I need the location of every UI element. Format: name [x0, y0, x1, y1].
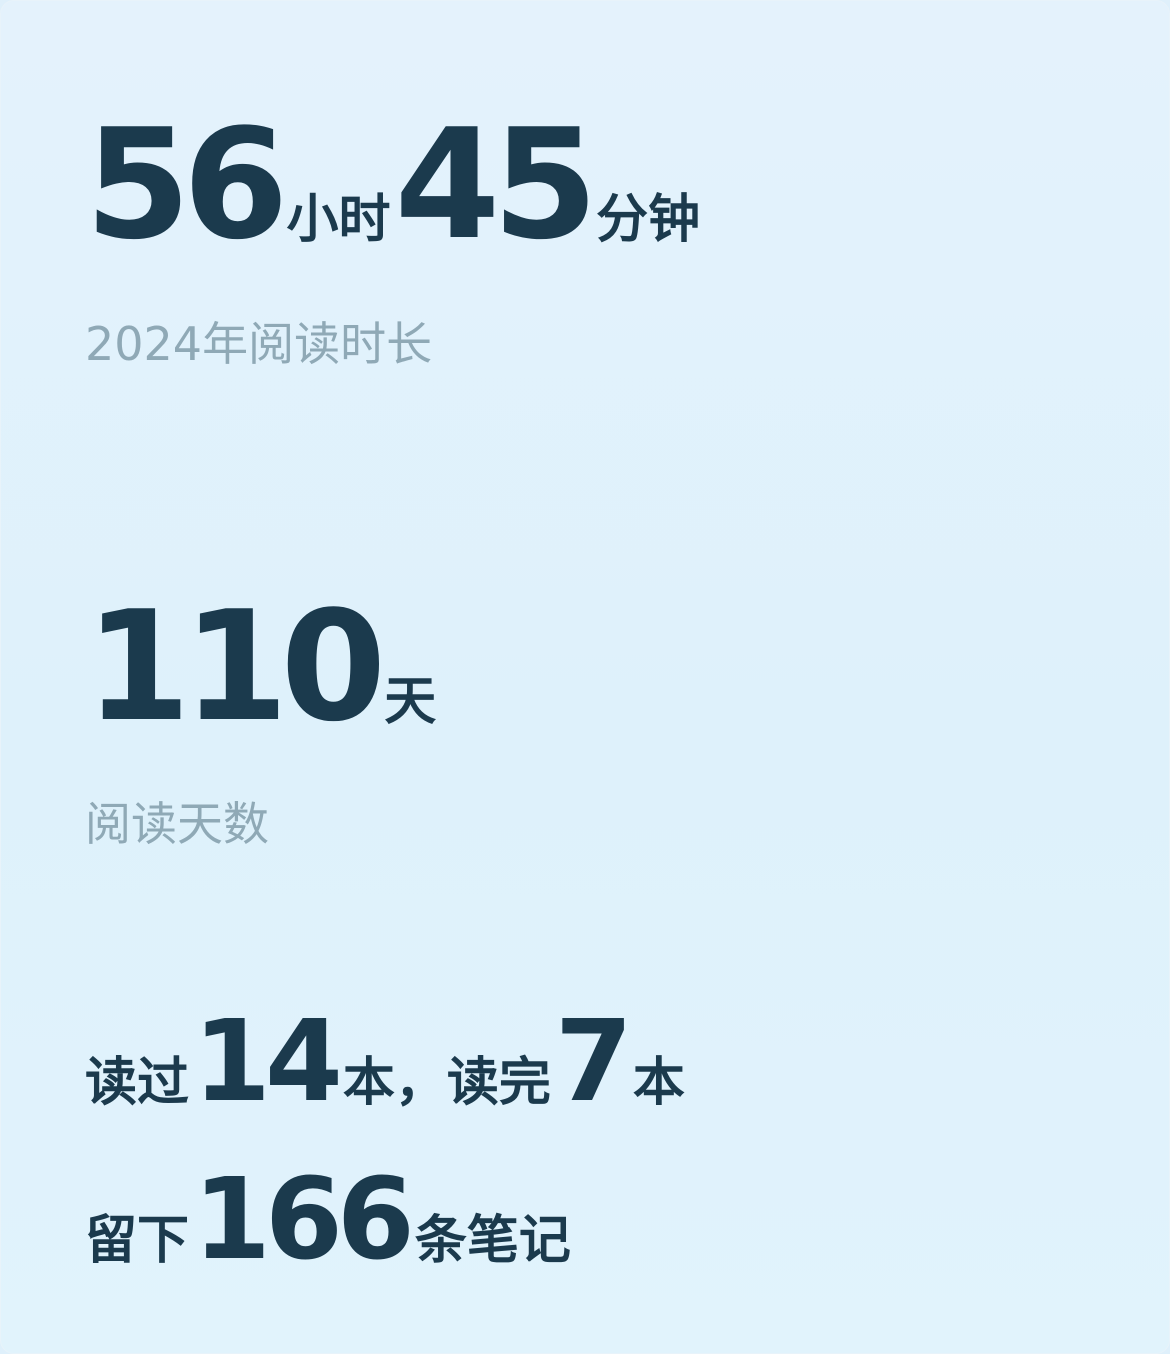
- duration-minutes-unit: 分钟: [596, 190, 701, 250]
- books-mid-text: 本，读完: [342, 1053, 551, 1113]
- books-summary: 读过14 本，读完7 本: [85, 1006, 689, 1118]
- reading-duration: 56 小时45 分钟: [85, 109, 704, 261]
- books-read-count: 14: [193, 997, 343, 1127]
- duration-minutes-value: 45: [394, 96, 599, 273]
- days-value: 110: [85, 578, 386, 755]
- duration-hours-unit: 小时: [286, 190, 391, 250]
- duration-hours-value: 56: [85, 96, 289, 273]
- books-suffix: 本: [632, 1053, 685, 1113]
- books-prefix: 读过: [85, 1053, 190, 1113]
- notes-summary: 留下166 条笔记: [85, 1164, 575, 1276]
- notes-suffix: 条笔记: [414, 1211, 571, 1271]
- books-finished-count: 7: [554, 997, 633, 1127]
- days-unit: 天: [384, 672, 437, 732]
- duration-caption: 2024年阅读时长: [85, 317, 433, 371]
- reading-summary-card: 56 小时45 分钟 2024年阅读时长 110 天 阅读天数 读过14 本，读完7 本 …: [0, 0, 1170, 1354]
- notes-count: 166: [193, 1155, 415, 1285]
- days-caption: 阅读天数: [85, 797, 269, 851]
- notes-prefix: 留下: [85, 1211, 190, 1271]
- reading-days: 110 天: [85, 591, 440, 743]
